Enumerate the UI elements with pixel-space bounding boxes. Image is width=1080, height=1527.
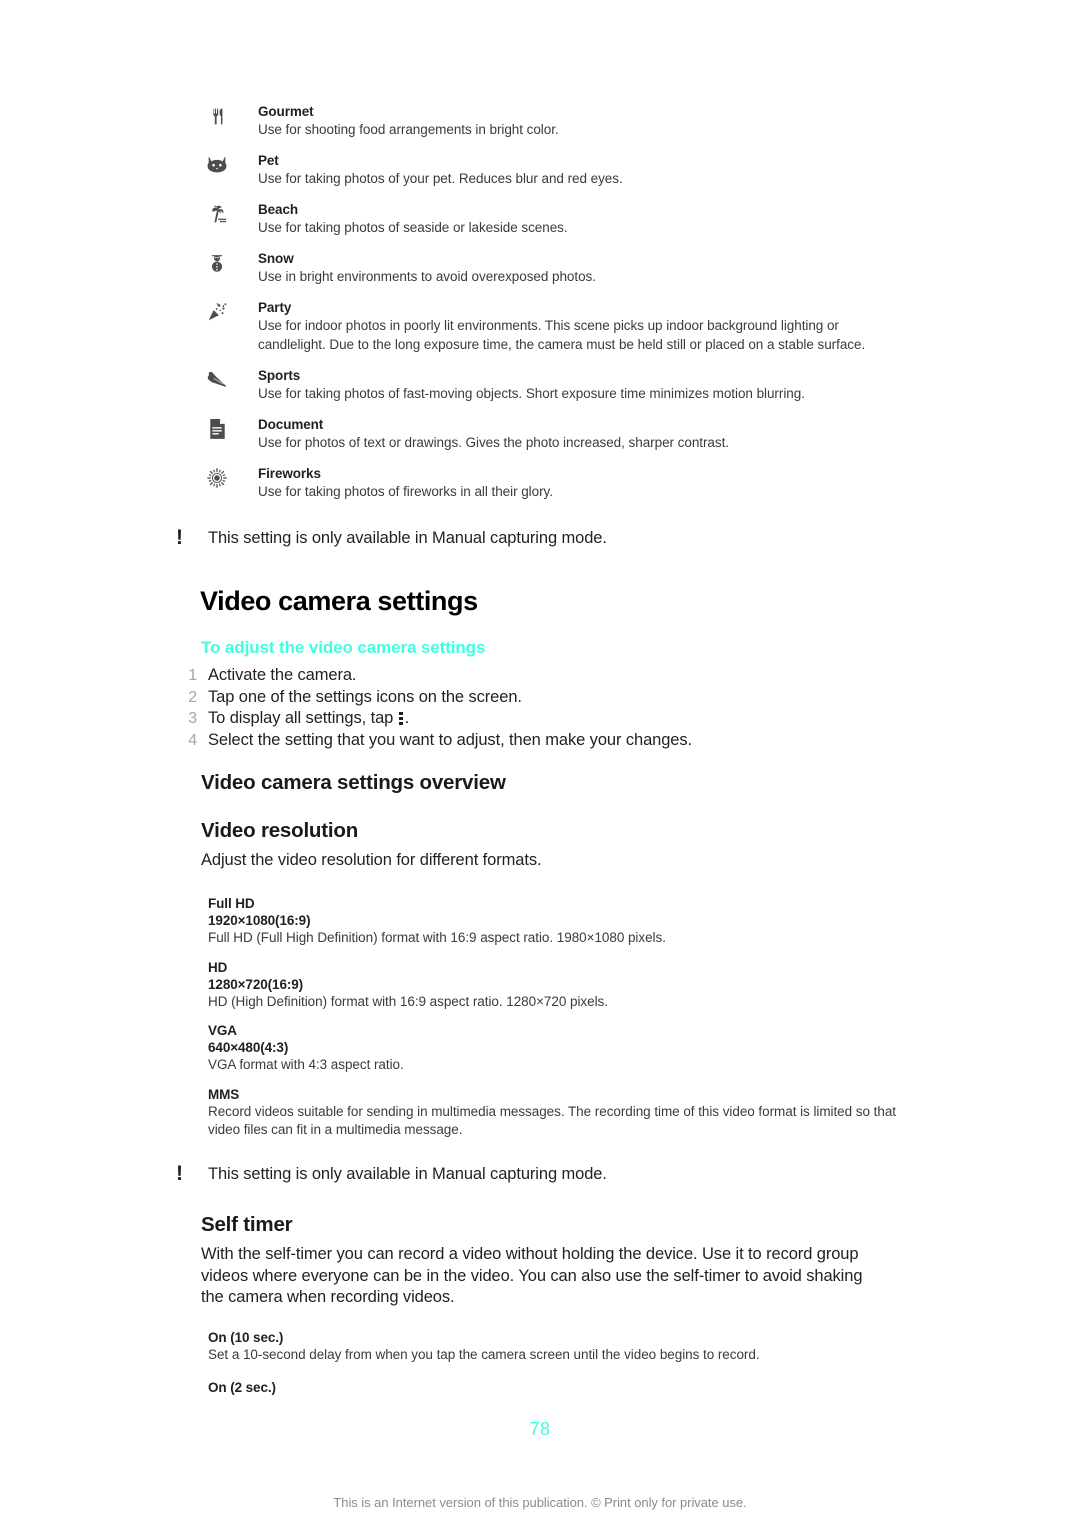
scene-mode-item: Fireworks Use for taking photos of firew… [202,465,892,501]
party-popper-icon [206,301,228,323]
section-heading-overview: Video camera settings overview [201,771,506,794]
resolution-option-dimensions: 640×480(4:3) [208,1040,289,1055]
scene-mode-item: Pet Use for taking photos of your pet. R… [202,152,892,188]
palm-tree-icon [206,203,228,225]
step-number: 4 [188,731,197,749]
step-text: To display all settings, tap [208,709,398,727]
section-heading-self-timer: Self timer [201,1213,293,1236]
overflow-menu-icon [398,711,404,726]
note-text: This setting is only available in Manual… [208,1165,607,1183]
note-callout: ! This setting is only available in Manu… [168,1163,908,1185]
step-text-suffix: . [404,709,410,727]
resolution-option-title: Full HD [208,896,255,911]
resolution-option: HD 1280×720(16:9) HD (High Definition) f… [208,959,898,1011]
scene-mode-item: Beach Use for taking photos of seaside o… [202,201,892,237]
resolution-option-description: VGA format with 4:3 aspect ratio. [208,1057,404,1072]
scene-mode-description: Use for taking photos of fast-moving obj… [258,386,805,401]
scene-mode-name: Beach [258,202,299,217]
note-text: This setting is only available in Manual… [208,529,607,547]
fork-knife-icon [206,105,228,127]
scene-mode-name: Party [258,300,292,315]
scene-mode-name: Pet [258,153,279,168]
procedure-step: 4 Select the setting that you want to ad… [177,730,877,752]
scene-mode-description: Use for taking photos of your pet. Reduc… [258,171,623,186]
resolution-option: VGA 640×480(4:3) VGA format with 4:3 asp… [208,1022,898,1074]
resolution-option-dimensions: 1280×720(16:9) [208,977,304,992]
sports-runner-icon [206,369,228,391]
scene-mode-description: Use for indoor photos in poorly lit envi… [258,318,866,352]
scene-mode-list: Gourmet Use for shooting food arrangemen… [202,103,892,514]
resolution-option: MMS Record videos suitable for sending i… [208,1086,900,1139]
self-timer-body: With the self-timer you can record a vid… [201,1245,863,1306]
document-page-icon [206,418,228,440]
page-number-value: 78 [529,1419,551,1439]
scene-mode-description: Use for shooting food arrangements in br… [258,122,559,137]
scene-mode-item: Document Use for photos of text or drawi… [202,416,892,452]
footer-copyright: This is an Internet version of this publ… [333,1495,747,1510]
scene-mode-name: Sports [258,368,301,383]
self-timer-option-title: On (2 sec.) [208,1380,276,1395]
note-callout: ! This setting is only available in Manu… [168,527,908,549]
task-heading: To adjust the video camera settings [201,638,486,657]
step-text: Activate the camera. [208,666,357,684]
scene-mode-item: Gourmet Use for shooting food arrangemen… [202,103,892,139]
exclamation-icon: ! [176,526,183,549]
scene-mode-description: Use for photos of text or drawings. Give… [258,435,729,450]
scene-mode-name: Document [258,417,324,432]
step-number: 1 [188,667,197,684]
scene-mode-item: Sports Use for taking photos of fast-mov… [202,367,892,403]
step-text: Tap one of the settings icons on the scr… [208,687,522,706]
self-timer-option: On (2 sec.) [208,1379,898,1396]
procedure-step: 3 To display all settings, tap . [177,708,877,730]
procedure-step: 1 Activate the camera. [177,665,877,687]
scene-mode-description: Use in bright environments to avoid over… [258,269,596,284]
scene-mode-description: Use for taking photos of fireworks in al… [258,484,553,499]
resolution-option: Full HD 1920×1080(16:9) Full HD (Full Hi… [208,895,898,947]
page-number: 78 [0,1419,1080,1440]
scene-mode-name: Snow [258,251,294,266]
procedure-step-list: 1 Activate the camera. 2 Tap one of the … [177,665,877,751]
self-timer-option: On (10 sec.) Set a 10-second delay from … [208,1329,898,1364]
resolution-option-description: HD (High Definition) format with 16:9 as… [208,994,608,1009]
exclamation-icon: ! [176,1162,183,1185]
resolution-option-description: Full HD (Full High Definition) format wi… [208,930,666,945]
video-resolution-intro: Adjust the video resolution for differen… [201,851,542,869]
resolution-option-dimensions: 1920×1080(16:9) [208,913,311,928]
procedure-step: 2 Tap one of the settings icons on the s… [177,687,877,709]
resolution-option-title: VGA [208,1023,237,1038]
resolution-option-description: Record videos suitable for sending in mu… [208,1104,896,1137]
step-text: Select the setting that you want to adju… [208,730,693,749]
self-timer-option-title: On (10 sec.) [208,1330,284,1345]
fireworks-burst-icon [206,467,228,489]
scene-mode-item: Party Use for indoor photos in poorly li… [202,299,892,354]
document-page: Gourmet Use for shooting food arrangemen… [0,0,1080,1527]
scene-mode-name: Fireworks [258,466,321,481]
snowman-icon [206,252,228,274]
resolution-option-title: HD [208,960,228,975]
resolution-option-title: MMS [208,1087,240,1102]
step-number: 3 [188,710,197,727]
page-title: Video camera settings [200,586,478,616]
cat-face-icon [206,154,228,176]
step-number: 2 [188,688,197,706]
self-timer-option-description: Set a 10-second delay from when you tap … [208,1347,760,1362]
scene-mode-item: Snow Use in bright environments to avoid… [202,250,892,286]
scene-mode-name: Gourmet [258,104,314,119]
section-heading-video-resolution: Video resolution [201,819,359,842]
scene-mode-description: Use for taking photos of seaside or lake… [258,220,568,235]
